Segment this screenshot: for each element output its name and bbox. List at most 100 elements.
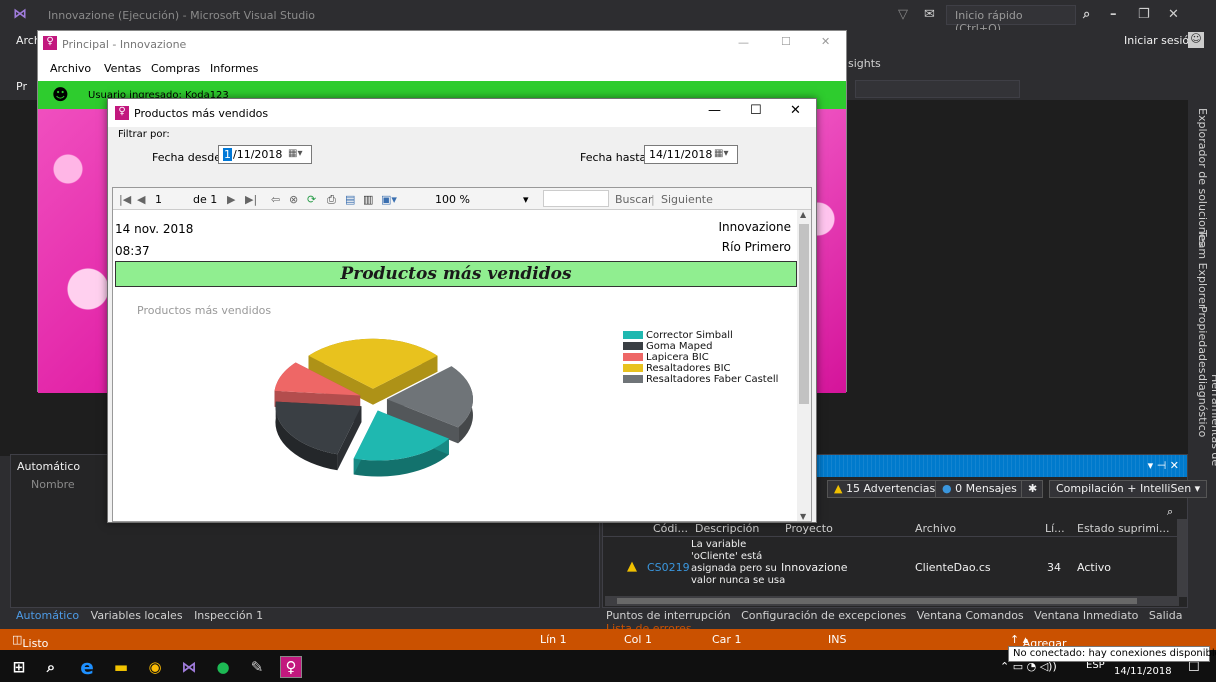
error-row[interactable]: ▲ CS0219 La variable 'oCliente' está asi… bbox=[603, 539, 1187, 595]
zoom-dropdown[interactable]: 100 % bbox=[435, 193, 470, 206]
page-count: de 1 bbox=[193, 193, 218, 206]
menu-compras[interactable]: Compras bbox=[151, 62, 200, 75]
export-icon[interactable]: ▣▾ bbox=[381, 193, 397, 206]
back-icon[interactable]: ⇦ bbox=[271, 193, 280, 206]
rail-properties[interactable]: Propiedades bbox=[1196, 306, 1209, 373]
tab-exception-settings[interactable]: Configuración de excepciones bbox=[741, 609, 906, 622]
insights-label[interactable]: sights bbox=[848, 57, 881, 70]
restore-icon[interactable]: ❐ bbox=[1138, 7, 1150, 22]
rail-solution-explorer[interactable]: Explorador de soluciones bbox=[1196, 108, 1209, 246]
principal-maximize-icon[interactable]: ☐ bbox=[781, 35, 791, 48]
page-number-input[interactable]: 1 bbox=[155, 193, 162, 206]
refresh-icon[interactable]: ⟳ bbox=[307, 193, 316, 206]
minimize-icon[interactable]: – bbox=[1110, 7, 1117, 22]
report-vscroll-thumb[interactable] bbox=[799, 224, 809, 404]
from-date-picker[interactable]: 1/11/2018 ▦▾ bbox=[218, 145, 312, 164]
error-list-vscroll[interactable] bbox=[1177, 519, 1187, 597]
principal-minimize-icon[interactable]: — bbox=[738, 36, 749, 49]
chart-title: Productos más vendidos bbox=[137, 304, 272, 317]
prev-page-icon[interactable]: ◀ bbox=[137, 193, 145, 206]
menu-archivo[interactable]: Archivo bbox=[50, 62, 91, 75]
rail-team-explorer[interactable]: Team Explorer bbox=[1196, 230, 1209, 308]
rail-diagnostic-tools[interactable]: Herramientas de diagnóstico bbox=[1196, 374, 1216, 530]
dialog-minimize-icon[interactable]: — bbox=[708, 103, 721, 118]
chrome-icon[interactable]: ◉ bbox=[144, 656, 166, 678]
dialog-close-icon[interactable]: ✕ bbox=[790, 103, 801, 118]
edge-icon[interactable]: e bbox=[76, 655, 98, 679]
filter-label: Filtrar por: bbox=[118, 129, 170, 140]
tray-date[interactable]: 14/11/2018 bbox=[1114, 666, 1172, 677]
col-state[interactable]: Estado suprimi... bbox=[1077, 522, 1169, 535]
search-link[interactable]: Buscar bbox=[615, 193, 653, 206]
user-avatar-icon[interactable]: ☺ bbox=[1188, 32, 1204, 48]
tab-inspeccion[interactable]: Inspección 1 bbox=[194, 609, 263, 622]
dialog-maximize-icon[interactable]: ☐ bbox=[750, 103, 762, 118]
warnings-count: 15 Advertencias bbox=[845, 482, 936, 495]
status-char: Car 1 bbox=[712, 633, 742, 646]
notifications-icon[interactable]: ☐ bbox=[1188, 660, 1200, 675]
warnings-filter-button[interactable]: ▲ 15 Advertencias bbox=[827, 480, 943, 498]
col-project[interactable]: Proyecto bbox=[785, 522, 833, 535]
scroll-up-icon[interactable]: ▲ bbox=[800, 210, 806, 219]
tab-immediate-window[interactable]: Ventana Inmediato bbox=[1034, 609, 1138, 622]
legend-item: Resaltadores BIC bbox=[623, 363, 778, 374]
next-link[interactable]: Siguiente bbox=[661, 193, 713, 206]
close-icon[interactable]: ✕ bbox=[1168, 7, 1179, 22]
tab-output[interactable]: Salida bbox=[1149, 609, 1183, 622]
menu-informes[interactable]: Informes bbox=[210, 62, 258, 75]
to-date-label: Fecha hasta: bbox=[580, 151, 650, 164]
col-file[interactable]: Archivo bbox=[915, 522, 956, 535]
desc-line-2: 'oCliente' está bbox=[691, 551, 763, 562]
stop-icon[interactable]: ⊗ bbox=[289, 193, 298, 206]
status-ins: INS bbox=[828, 633, 847, 646]
tab-command-window[interactable]: Ventana Comandos bbox=[917, 609, 1024, 622]
col-line[interactable]: Lí... bbox=[1045, 522, 1065, 535]
messages-filter-button[interactable]: ● 0 Mensajes bbox=[935, 480, 1024, 498]
legend-item: Goma Maped bbox=[623, 341, 778, 352]
sign-in-link[interactable]: Iniciar sesión bbox=[1124, 34, 1196, 47]
filter-toggle-icon[interactable]: ✱ bbox=[1021, 480, 1043, 498]
tab-variables-locales[interactable]: Variables locales bbox=[91, 609, 183, 622]
col-description[interactable]: Descripción bbox=[695, 522, 759, 535]
hscroll-thumb[interactable] bbox=[617, 598, 1137, 604]
vs-combo[interactable] bbox=[855, 80, 1020, 98]
calendar-dropdown-icon[interactable]: ▦▾ bbox=[714, 148, 734, 161]
legend-item: Lapicera BIC bbox=[623, 352, 778, 363]
source-control-button[interactable]: ↑ Agregar al control de código fuente ▴ bbox=[1010, 633, 1067, 682]
page-setup-icon[interactable]: ▥ bbox=[363, 193, 373, 206]
quick-launch-input[interactable]: Inicio rápido (Ctrl+Q) bbox=[946, 5, 1076, 35]
legend-item: Corrector Simball bbox=[623, 330, 778, 341]
build-scope-dropdown[interactable]: Compilación + IntelliSen ▾ bbox=[1049, 480, 1208, 498]
scroll-down-icon[interactable]: ▼ bbox=[800, 512, 806, 521]
print-layout-icon[interactable]: ▤ bbox=[345, 193, 355, 206]
error-code-link[interactable]: CS0219 bbox=[647, 561, 690, 574]
filter-icon[interactable]: ▽ bbox=[898, 7, 908, 22]
visual-studio-taskbar-icon[interactable]: ⋈ bbox=[178, 656, 200, 678]
tab-breakpoints[interactable]: Puntos de interrupción bbox=[606, 609, 731, 622]
tab-automatico[interactable]: Automático bbox=[16, 609, 79, 622]
first-page-icon[interactable]: |◀ bbox=[119, 193, 131, 206]
last-page-icon[interactable]: ▶| bbox=[245, 193, 257, 206]
report-search-input[interactable] bbox=[543, 190, 609, 207]
to-date-picker[interactable]: 14/11/2018 ▦▾ bbox=[644, 145, 738, 164]
zoom-dropdown-arrow-icon[interactable]: ▾ bbox=[523, 193, 529, 206]
print-icon[interactable]: ⎙ bbox=[327, 193, 336, 207]
spotify-icon[interactable]: ● bbox=[212, 656, 234, 678]
search-icon[interactable]: ⌕ bbox=[1083, 7, 1090, 22]
menu-ventas[interactable]: Ventas bbox=[104, 62, 141, 75]
pin-close-icons[interactable]: ▾ ⊣ ✕ bbox=[1148, 459, 1179, 472]
windows-start-icon[interactable]: ⊞ bbox=[8, 656, 30, 678]
taskbar-search-icon[interactable]: ⌕ bbox=[40, 656, 62, 678]
calendar-dropdown-icon[interactable]: ▦▾ bbox=[288, 148, 308, 161]
file-explorer-icon[interactable]: ▬ bbox=[110, 656, 132, 678]
error-list-hscroll[interactable] bbox=[605, 596, 1179, 606]
app-taskbar-icon[interactable]: ✎ bbox=[246, 656, 268, 678]
feedback-icon[interactable]: ✉ bbox=[924, 7, 935, 22]
error-search-icon[interactable]: ⌕ bbox=[1167, 505, 1173, 519]
innovazione-taskbar-icon[interactable]: ♀ bbox=[280, 656, 302, 678]
principal-close-icon[interactable]: ✕ bbox=[821, 35, 830, 48]
status-ready: ◫ Listo bbox=[12, 633, 49, 650]
report-vscroll[interactable]: ▲ ▼ bbox=[797, 210, 811, 521]
col-code[interactable]: Códi... bbox=[653, 522, 688, 535]
next-page-icon[interactable]: ▶ bbox=[227, 193, 235, 206]
